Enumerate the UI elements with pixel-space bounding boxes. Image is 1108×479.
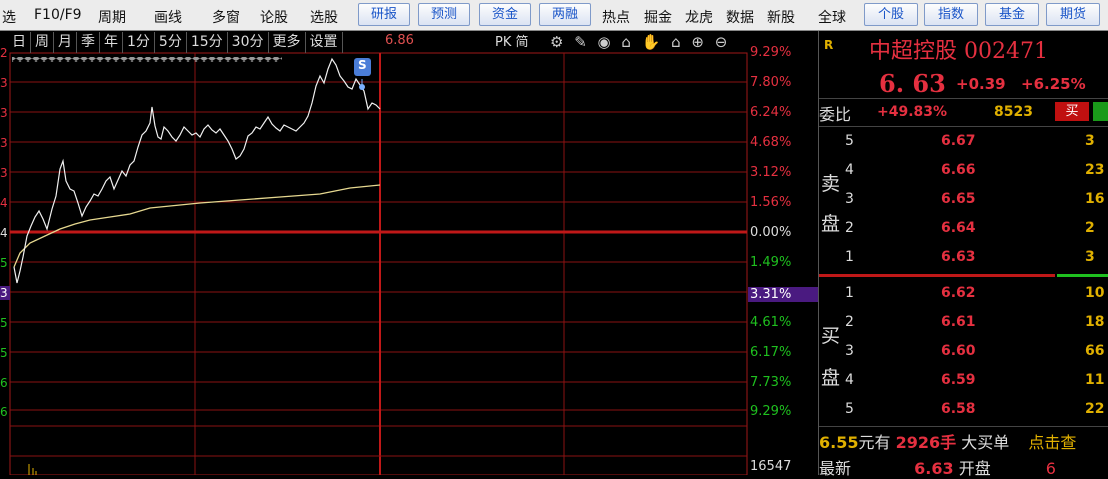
menu-longhu[interactable]: 龙虎 [685,7,713,27]
big-order-alert[interactable]: 6.55元有 2926手 大买单 点击查 [819,429,1108,453]
menu-xuan[interactable]: 选 [2,7,16,27]
bid-row[interactable]: 4 6.59 11 [819,372,1108,401]
period-month[interactable]: 月 [54,32,77,53]
axis-label: 4.68% [750,135,792,150]
weibi-label: 委比 [819,105,852,124]
menu-juejin[interactable]: 掘金 [644,7,672,27]
axis-label: 9.29% [750,404,792,419]
period-5min[interactable]: 5分 [155,32,187,53]
period-day[interactable]: 日 [8,32,31,53]
axis-label: 6.17% [750,345,792,360]
signal-badge[interactable]: S [358,58,367,72]
left-axis-label: 6 [0,405,8,419]
ask-row[interactable]: 2 6.64 2 [819,220,1108,249]
stock-name: 中超控股 [869,39,958,64]
margin-button[interactable]: 两融 [539,3,591,26]
left-axis-label: 5 [0,316,8,330]
left-axis-label: 3 [0,136,8,150]
left-axis-label: 6 [0,376,8,390]
left-axis-label: 2 [0,46,8,60]
quick-buy-button[interactable]: 买 [1055,102,1089,121]
axis-label-highlight: 3.31% [748,287,818,302]
chart-tool-icons[interactable]: ⚙ ✎ ◉ ⌂ ✋ ⌂ ⊕ ⊖ [550,33,730,51]
menu-newstock[interactable]: 新股 [767,7,795,27]
left-axis-label: 3 [0,166,8,180]
cursor-price: 6.86 [385,33,414,48]
left-axis-label: 5 [0,346,8,360]
price-change-pct: +6.25% [1021,75,1086,93]
menu-global[interactable]: 全球 [818,7,846,27]
bid-row[interactable]: 1 6.62 10 [819,285,1108,314]
period-season[interactable]: 季 [77,32,100,53]
menu-f10[interactable]: F10/F9 [34,7,82,23]
period-1min[interactable]: 1分 [123,32,155,53]
marker-row [12,57,282,62]
menu-data[interactable]: 数据 [726,7,754,27]
menu-hotspot[interactable]: 热点 [602,7,630,27]
menu-multiwindow[interactable]: 多窗 [212,7,240,27]
grid-lines [10,53,747,475]
click-to-view-link: 点击查 [1028,433,1077,452]
average-price-line [13,184,381,268]
research-button[interactable]: 研报 [358,3,410,26]
axis-label: 0.00% [750,225,792,240]
ask-row[interactable]: 3 6.65 16 [819,191,1108,220]
period-year[interactable]: 年 [100,32,123,53]
bid-row[interactable]: 2 6.61 18 [819,314,1108,343]
menu-period[interactable]: 周期 [98,7,126,27]
period-selector: 日 周 月 季 年 1分 5分 15分 30分 更多 设置 [8,32,343,53]
ask-row[interactable]: 4 6.66 23 [819,162,1108,191]
ask-strength-bar [819,274,1055,277]
axis-label: 7.80% [750,75,792,90]
left-axis-label: 3 [0,286,10,300]
axis-label: 9.29% [750,45,792,60]
axis-label: 4.61% [750,315,792,330]
volume-bars [28,464,37,475]
chart-canvas [9,52,748,475]
axis-label: 1.49% [750,255,792,270]
volume-axis-label: 16547 [750,459,792,474]
menu-draw[interactable]: 画线 [154,7,182,27]
stock-title: 中超控股 002471 [869,33,1048,65]
stock-tab-button[interactable]: 个股 [864,3,918,26]
left-axis-label: 3 [0,106,8,120]
current-price: 6. 63 [879,69,946,98]
period-more[interactable]: 更多 [269,32,306,53]
left-axis-label: 3 [0,76,8,90]
quick-sell-button[interactable] [1093,102,1108,121]
capital-button[interactable]: 资金 [479,3,531,26]
intraday-chart[interactable]: 日 周 月 季 年 1分 5分 15分 30分 更多 设置 6.86 PK 简 … [0,31,818,475]
price-line [13,57,381,284]
futures-tab-button[interactable]: 期货 [1046,3,1100,26]
pk-button[interactable]: PK 简 [495,31,529,50]
axis-label: 7.73% [750,375,792,390]
top-toolbar: 选 F10/F9 周期 画线 多窗 论股 选股 研报 预测 资金 两融 热点 掘… [0,0,1108,31]
axis-label: 3.12% [750,165,792,180]
forecast-button[interactable]: 预测 [418,3,470,26]
bid-strength-bar [1057,274,1108,277]
quote-panel: R 中超控股 002471 6. 63 +0.39 +6.25% 委比 +49.… [818,31,1108,478]
period-week[interactable]: 周 [31,32,54,53]
left-axis-label: 4 [0,196,8,210]
left-axis-label: 5 [0,256,8,270]
period-15min[interactable]: 15分 [187,32,228,53]
simple-toggle: 简 [515,35,529,50]
weibi-value: +49.83% [877,104,948,120]
period-settings[interactable]: 设置 [306,32,343,53]
menu-forum[interactable]: 论股 [260,7,288,27]
stock-code: 002471 [964,39,1048,64]
axis-label: 1.56% [750,195,792,210]
index-tab-button[interactable]: 指数 [924,3,978,26]
latest-row: 最新 6.63 开盘 6 [819,459,1056,478]
menu-stock-pick[interactable]: 选股 [310,7,338,27]
left-axis-label: 4 [0,226,8,240]
price-change: +0.39 [956,75,1006,93]
fund-tab-button[interactable]: 基金 [985,3,1039,26]
axis-label: 6.24% [750,105,792,120]
weibi-num: 8523 [994,104,1033,120]
ask-row[interactable]: 5 6.67 3 [819,133,1108,162]
period-30min[interactable]: 30分 [228,32,269,53]
bid-row[interactable]: 3 6.60 66 [819,343,1108,372]
r-mark: R [824,38,834,52]
